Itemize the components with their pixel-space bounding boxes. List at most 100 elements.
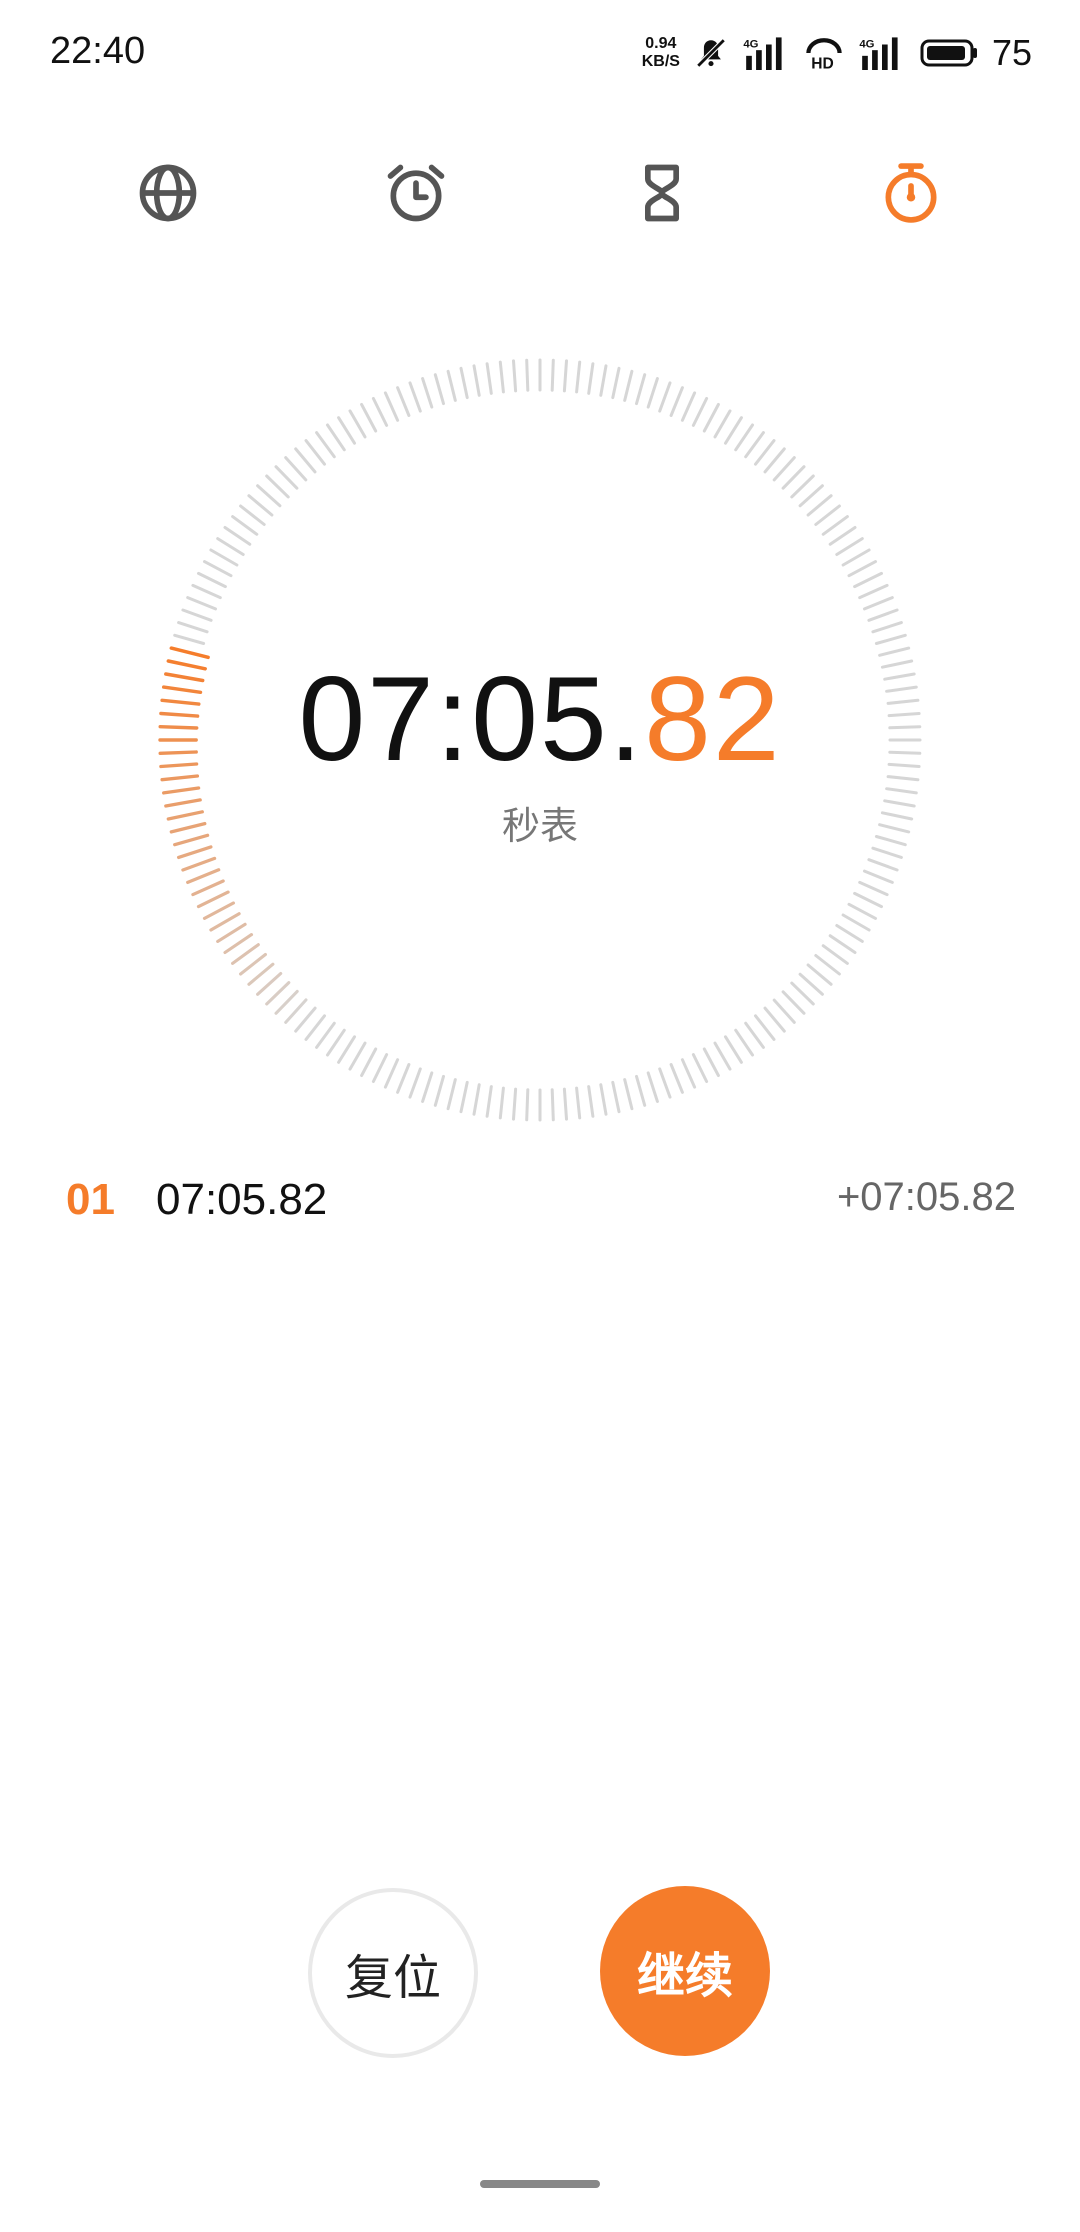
dial-tick bbox=[223, 526, 252, 546]
dial-tick bbox=[216, 922, 247, 943]
continue-button[interactable]: 继续 bbox=[600, 1886, 770, 2056]
dial-tick bbox=[396, 386, 411, 417]
tab-world-clock[interactable] bbox=[123, 148, 213, 238]
dial-tick bbox=[669, 386, 684, 417]
dial-tick bbox=[828, 934, 857, 954]
dial-tick bbox=[853, 891, 883, 909]
dial-tick bbox=[304, 439, 326, 466]
globe-icon bbox=[139, 164, 197, 222]
dial-tick bbox=[798, 972, 824, 996]
dial-tick bbox=[446, 369, 457, 402]
dial-tick bbox=[754, 1014, 776, 1041]
dial-tick bbox=[326, 423, 346, 452]
dial-tick bbox=[724, 1035, 743, 1064]
network-speed-unit: KB/S bbox=[641, 53, 680, 70]
svg-text:4G: 4G bbox=[743, 38, 758, 50]
dial-tick bbox=[828, 526, 857, 546]
dial-tick bbox=[191, 583, 222, 600]
dial-tick bbox=[446, 1078, 457, 1111]
svg-text:4G: 4G bbox=[859, 38, 874, 50]
dial-tick bbox=[186, 868, 221, 885]
dial-tick bbox=[744, 431, 765, 459]
dial-tick bbox=[635, 373, 647, 406]
hd-voice-icon: HD bbox=[804, 36, 844, 70]
dial-tick bbox=[863, 869, 894, 884]
dial-tick bbox=[231, 515, 259, 536]
dial-tick bbox=[196, 890, 230, 909]
dial-tick bbox=[806, 963, 833, 986]
dial-tick bbox=[734, 423, 754, 452]
dial-tick bbox=[315, 1021, 336, 1049]
tab-timer[interactable] bbox=[617, 148, 707, 238]
dial-tick bbox=[371, 397, 389, 427]
reset-button-label: 复位 bbox=[344, 1950, 441, 2006]
dial-tick bbox=[575, 1086, 582, 1120]
dial-tick bbox=[658, 381, 672, 413]
dial-tick bbox=[231, 943, 260, 965]
dial-tick bbox=[197, 571, 227, 589]
dial-tick bbox=[550, 358, 555, 392]
status-time: 22:40 bbox=[50, 30, 146, 72]
dial-tick bbox=[790, 981, 815, 1006]
dial-tick bbox=[611, 366, 621, 400]
dial-tick bbox=[821, 944, 849, 965]
dial-tick bbox=[512, 359, 518, 393]
dial-tick bbox=[247, 962, 275, 986]
dial-tick bbox=[371, 1053, 389, 1083]
dial-tick bbox=[781, 990, 806, 1015]
dial-tick bbox=[669, 1063, 684, 1094]
dial-tick bbox=[256, 484, 282, 508]
dial-tick bbox=[623, 369, 634, 402]
tab-bar bbox=[0, 148, 1080, 238]
network-speed-value: 0.94 bbox=[645, 35, 677, 52]
dial-tick bbox=[216, 537, 245, 556]
battery-icon bbox=[920, 38, 978, 68]
dial-tick bbox=[203, 560, 233, 578]
dial-tick bbox=[702, 403, 720, 433]
dial-tick bbox=[713, 409, 732, 439]
dial-tick bbox=[256, 971, 283, 996]
dial-tick bbox=[284, 998, 308, 1024]
dial-tick bbox=[867, 858, 899, 872]
dial-tick bbox=[433, 373, 445, 406]
tab-alarm[interactable] bbox=[371, 148, 461, 238]
dial-tick bbox=[177, 621, 209, 634]
bell-muted-icon bbox=[694, 36, 728, 70]
dial-tick bbox=[202, 901, 235, 920]
hourglass-icon bbox=[645, 164, 679, 222]
dial-tick bbox=[274, 465, 299, 490]
dial-tick bbox=[459, 366, 469, 400]
status-icons: 0.94 KB/S 4G HD 4G 75 bbox=[642, 28, 1032, 78]
dial-tick bbox=[498, 360, 505, 394]
lap-index: 01 bbox=[66, 1175, 115, 1224]
dial-tick bbox=[209, 912, 241, 932]
dial-tick bbox=[337, 416, 356, 445]
dial-tick bbox=[421, 1071, 434, 1103]
dial-tick bbox=[587, 362, 595, 395]
dial-tick bbox=[814, 504, 841, 526]
home-indicator[interactable] bbox=[480, 2180, 600, 2188]
dial-tick bbox=[191, 879, 225, 897]
dial-tick bbox=[360, 1047, 378, 1077]
dial-tick bbox=[587, 1085, 595, 1118]
dial-tick bbox=[847, 902, 877, 920]
dial-tick bbox=[433, 1074, 445, 1107]
dial-tick bbox=[472, 364, 481, 397]
dial-tick bbox=[763, 1006, 786, 1033]
stopwatch-time: 07:05.82 bbox=[0, 650, 1080, 788]
dial-tick bbox=[841, 913, 871, 932]
dial-tick bbox=[806, 494, 833, 517]
dial-tick bbox=[284, 456, 308, 482]
dial-tick bbox=[646, 377, 659, 409]
dial-tick bbox=[383, 391, 400, 422]
dial-tick bbox=[485, 362, 493, 395]
tab-stopwatch[interactable] bbox=[866, 148, 956, 238]
alarm-clock-icon bbox=[387, 164, 445, 222]
dial-tick bbox=[847, 560, 877, 578]
dial-tick bbox=[863, 596, 894, 611]
reset-button[interactable]: 复位 bbox=[308, 1888, 478, 2058]
stopwatch-time-main: 07:05. bbox=[298, 652, 645, 786]
dial-tick bbox=[623, 1078, 634, 1111]
dial-tick bbox=[162, 786, 201, 795]
lap-diff: +07:05.82 bbox=[836, 1175, 1016, 1219]
